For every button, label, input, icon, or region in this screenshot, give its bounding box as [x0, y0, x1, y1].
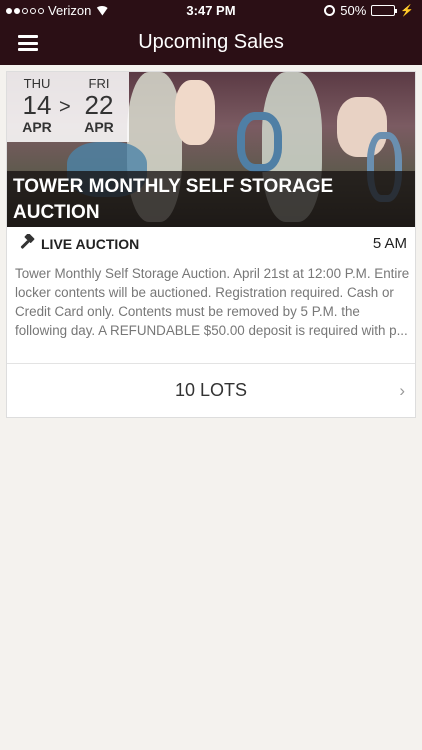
top-bar: Verizon 3:47 PM 50% ⚡ Upcoming Sales: [0, 0, 422, 65]
page-title: Upcoming Sales: [138, 31, 284, 53]
sale-time: 5 AM: [372, 235, 407, 252]
sale-description: Tower Monthly Self Storage Auction. Apri…: [15, 266, 410, 338]
start-date: THU 14 APR: [22, 76, 52, 135]
end-date: FRI 22 APR: [84, 76, 114, 135]
alarm-icon: [324, 5, 336, 16]
status-bar: Verizon 3:47 PM 50% ⚡: [0, 0, 422, 22]
sale-title: TOWER MONTHLY SELF STORAGE AUCTION: [7, 171, 415, 227]
sale-card[interactable]: THU 14 APR > FRI 22 APR TOWER MONTHLY SE…: [6, 71, 416, 418]
chevron-right-icon: ›: [399, 381, 405, 400]
battery-icon: [371, 5, 398, 16]
date-separator: >: [59, 96, 71, 118]
battery-percent: 50%: [340, 3, 367, 18]
sale-image[interactable]: THU 14 APR > FRI 22 APR TOWER MONTHLY SE…: [7, 72, 415, 227]
nav-bar: Upcoming Sales: [0, 22, 422, 65]
sale-meta: LIVE AUCTION 5 AM: [7, 230, 415, 258]
lots-button[interactable]: 10 LOTS ›: [7, 364, 415, 418]
gavel-icon: [20, 234, 35, 249]
sale-type: LIVE AUCTION: [41, 236, 140, 252]
charging-icon: ⚡: [400, 5, 414, 17]
date-range: THU 14 APR > FRI 22 APR: [7, 72, 129, 142]
lots-count: 10 LOTS: [174, 380, 248, 400]
